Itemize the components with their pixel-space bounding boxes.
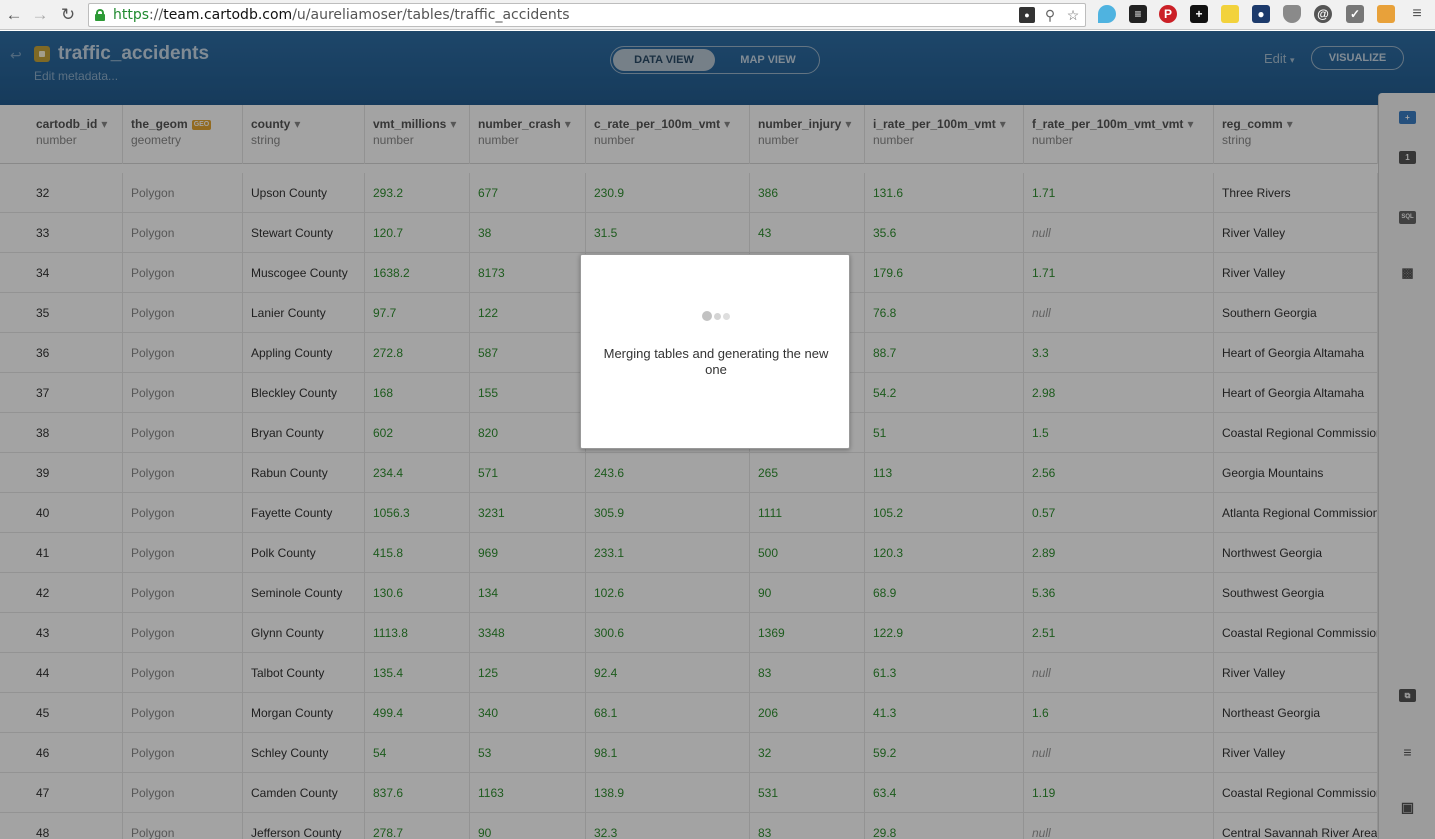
pinterest-extension-icon[interactable]: P — [1159, 5, 1177, 23]
eyedropper-extension-icon[interactable]: ✓ — [1346, 5, 1364, 23]
drop-extension-icon[interactable] — [1098, 5, 1116, 23]
clipboard-extension-icon[interactable] — [1377, 5, 1395, 23]
lock-icon — [95, 9, 105, 21]
loading-dialog: Merging tables and generating the new on… — [580, 254, 850, 449]
browser-toolbar: ← → ↻ https://team.cartodb.com/u/aurelia… — [0, 0, 1435, 30]
modal-message: Merging tables and generating the new on… — [603, 346, 829, 377]
loading-spinner-icon — [702, 310, 732, 322]
buffer-extension-icon[interactable]: ≡ — [1129, 5, 1147, 23]
pocket-extension-icon[interactable] — [1283, 5, 1301, 23]
sticky-extension-icon[interactable] — [1221, 5, 1239, 23]
plus-extension-icon[interactable]: + — [1190, 5, 1208, 23]
url-text: https://team.cartodb.com/u/aureliamoser/… — [113, 7, 570, 23]
mail-extension-icon[interactable]: @ — [1314, 5, 1332, 23]
forward-arrow-icon[interactable]: → — [30, 5, 50, 25]
back-arrow-icon[interactable]: ← — [4, 5, 24, 25]
camera-icon[interactable]: ● — [1019, 7, 1035, 23]
star-icon[interactable]: ☆ — [1065, 7, 1081, 23]
menu-icon[interactable]: ≡ — [1408, 5, 1426, 23]
password-extension-icon[interactable]: ● — [1252, 5, 1270, 23]
address-bar[interactable]: https://team.cartodb.com/u/aureliamoser/… — [88, 3, 1086, 27]
search-icon[interactable]: ⚲ — [1042, 7, 1058, 23]
reload-icon[interactable]: ↻ — [58, 5, 78, 25]
